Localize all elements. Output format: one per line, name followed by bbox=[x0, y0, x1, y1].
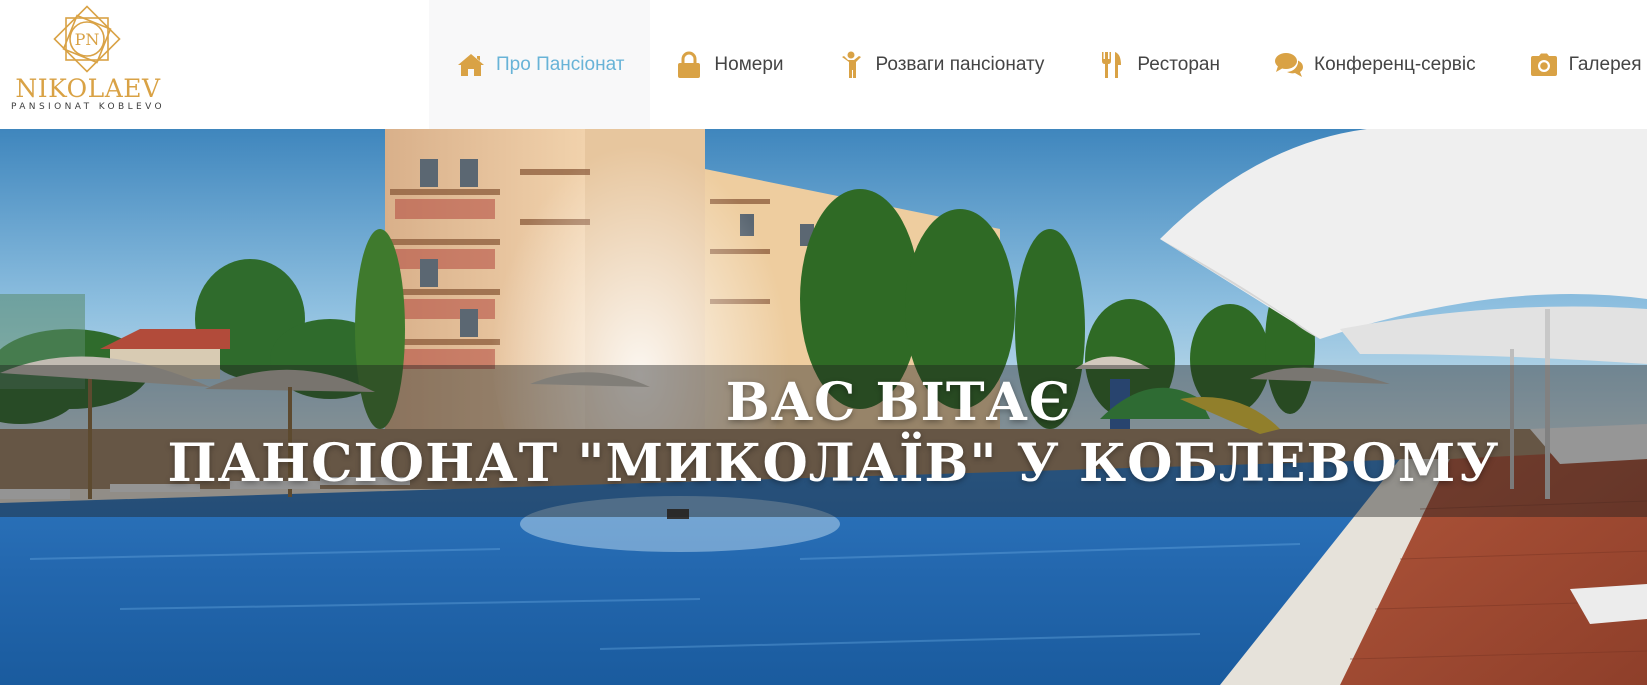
logo-tagline: PANSIONAT KOBLEVO bbox=[11, 102, 165, 112]
lock-icon bbox=[674, 50, 704, 80]
logo-name: NIKOLAEV bbox=[15, 74, 161, 103]
nav-item-rooms[interactable]: Номери bbox=[650, 0, 810, 129]
hero-banner: ВАС ВІТАЄ ПАНСІОНАТ "МИКОЛАЇВ" У КОБЛЕВО… bbox=[0, 129, 1647, 685]
hero-title-line2: ПАНСІОНАТ "МИКОЛАЇВ" У КОБЛЕВОМУ bbox=[167, 433, 1500, 494]
nav-item-restaurant[interactable]: Ресторан bbox=[1071, 0, 1247, 129]
nav-item-gallery[interactable]: Галерея bbox=[1503, 0, 1647, 129]
nav-label-restaurant: Ресторан bbox=[1137, 53, 1220, 75]
nav-item-conference[interactable]: Конференц-сервіс bbox=[1247, 0, 1503, 129]
nav-label-about: Про Пансіонат bbox=[496, 53, 625, 75]
nav-label-rooms: Номери bbox=[714, 53, 784, 75]
brand-logo[interactable]: PN NIKOLAEV PANSIONAT KOBLEVO bbox=[0, 0, 180, 129]
child-icon bbox=[836, 50, 866, 80]
camera-icon bbox=[1529, 50, 1559, 80]
nav-label-entertainment: Розваги пансіонату bbox=[875, 53, 1045, 75]
hero-title-line1: ВАС ВІТАЄ bbox=[725, 372, 1072, 433]
logo-monogram: PN bbox=[75, 30, 100, 49]
cutlery-icon bbox=[1097, 50, 1127, 80]
main-nav: Про Пансіонат Номери Розваги пансіонату … bbox=[429, 0, 1647, 129]
logo-emblem-icon: PN bbox=[53, 5, 121, 73]
nav-item-about[interactable]: Про Пансіонат bbox=[429, 0, 651, 129]
nav-label-gallery: Галерея bbox=[1568, 53, 1642, 75]
site-header: PN NIKOLAEV PANSIONAT KOBLEVO Про Пансіо… bbox=[0, 0, 1647, 129]
home-icon bbox=[456, 50, 486, 80]
nav-item-entertainment[interactable]: Розваги пансіонату bbox=[811, 0, 1072, 129]
comments-icon bbox=[1274, 50, 1304, 80]
nav-label-conference: Конференц-сервіс bbox=[1314, 53, 1476, 75]
